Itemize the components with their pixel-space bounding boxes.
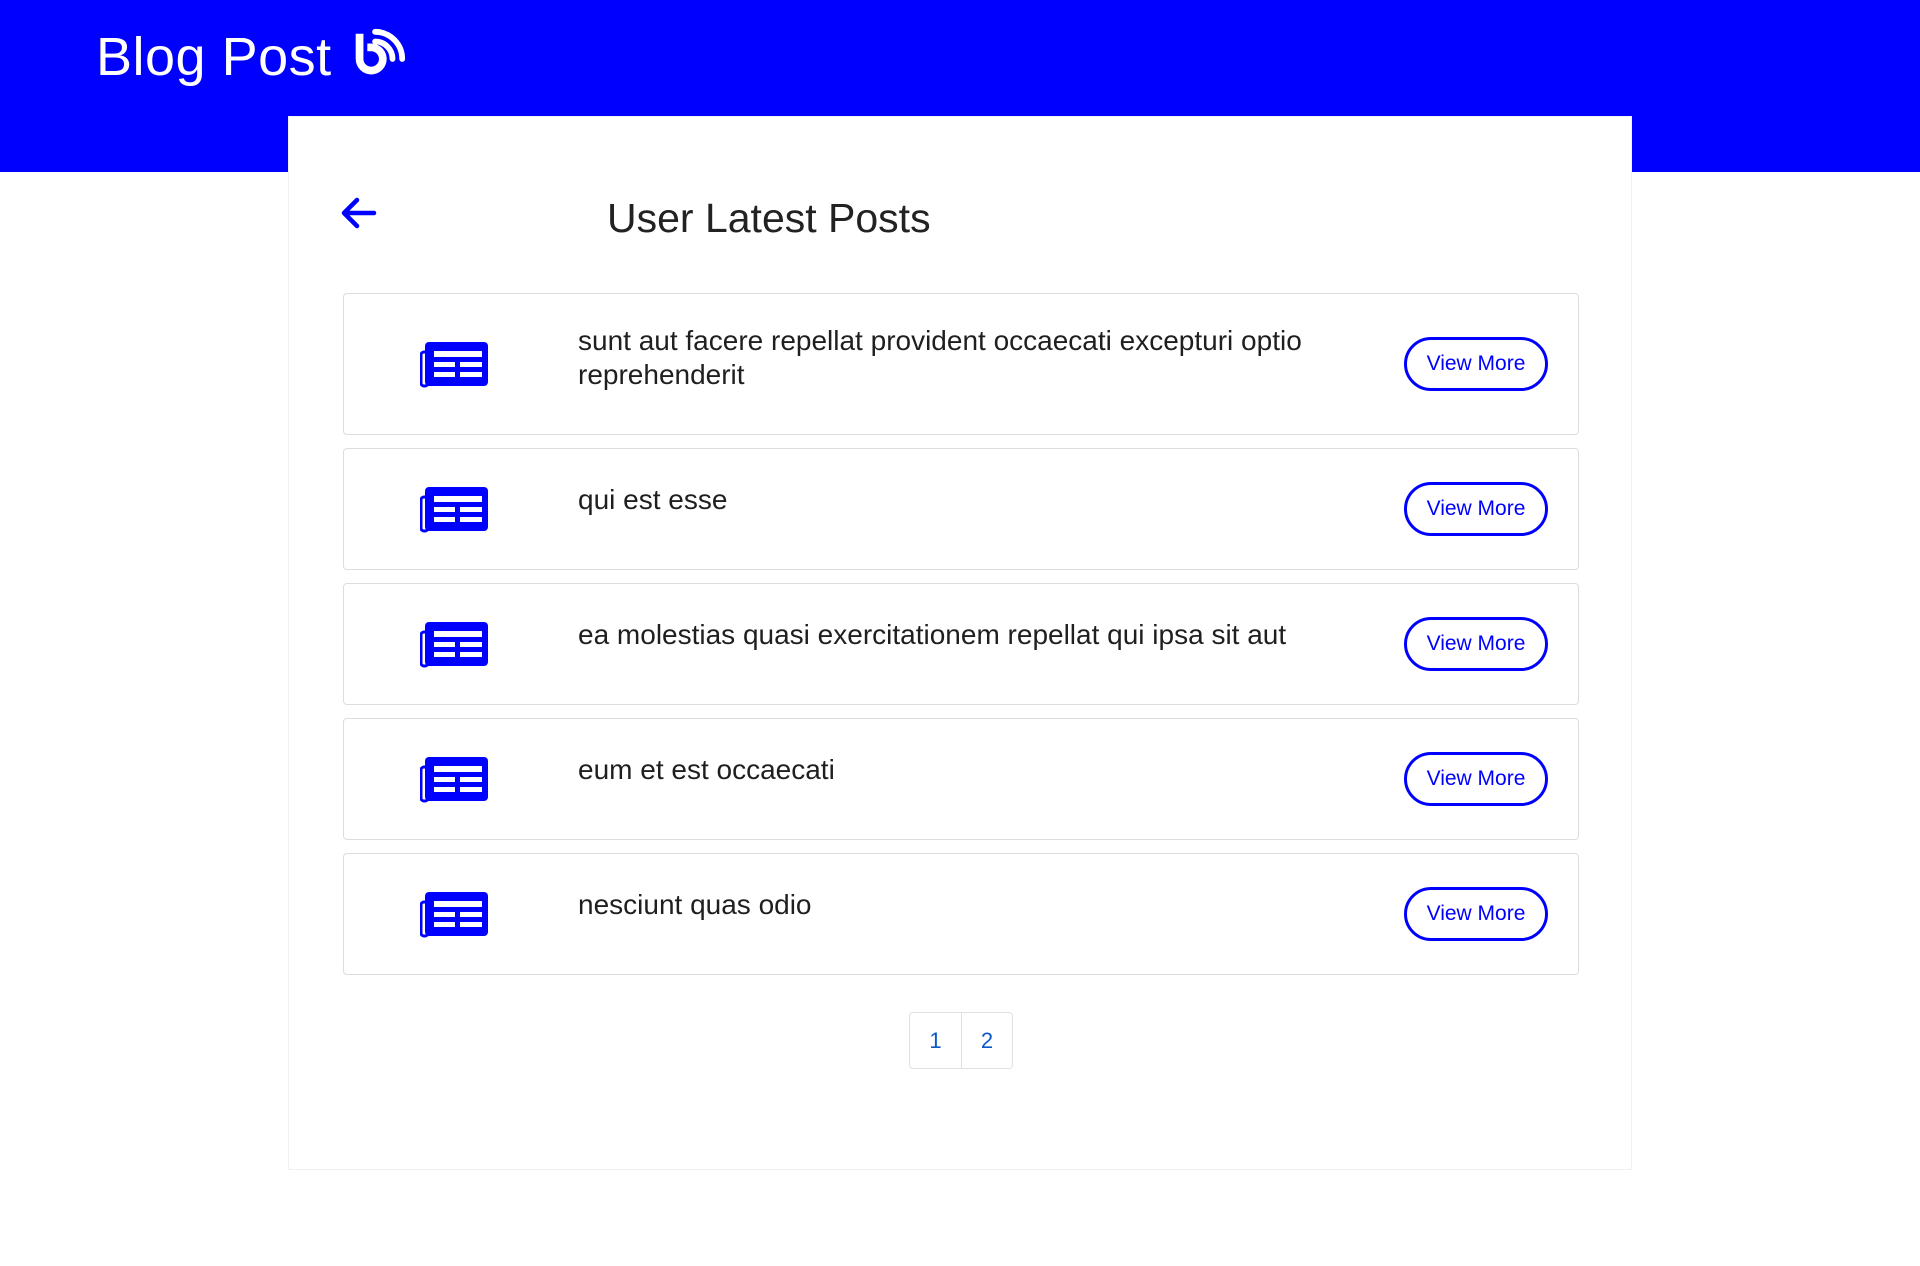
- post-card: ea molestias quasi exercitationem repell…: [343, 583, 1579, 705]
- posts-panel: User Latest Posts sunt aut facere repell…: [288, 116, 1632, 1170]
- post-list: sunt aut facere repellat provident occae…: [343, 293, 1579, 988]
- newspaper-icon: [420, 342, 488, 388]
- page-link-2[interactable]: 2: [961, 1013, 1012, 1068]
- brand-title: Blog Post: [96, 27, 332, 87]
- page-link-1[interactable]: 1: [910, 1013, 961, 1068]
- post-card: sunt aut facere repellat provident occae…: [343, 293, 1579, 435]
- view-more-button[interactable]: View More: [1404, 887, 1548, 941]
- post-title: ea molestias quasi exercitationem repell…: [578, 619, 1287, 650]
- arrow-left-icon: [341, 197, 377, 229]
- pagination: 1 2: [909, 1012, 1013, 1069]
- post-title: nesciunt quas odio: [578, 889, 812, 920]
- brand[interactable]: Blog Post: [96, 26, 408, 88]
- newspaper-icon: [420, 757, 488, 803]
- post-card: eum et est occaecati View More: [343, 718, 1579, 840]
- post-title: sunt aut facere repellat provident occae…: [578, 325, 1302, 390]
- view-more-button[interactable]: View More: [1404, 752, 1548, 806]
- view-more-button[interactable]: View More: [1404, 337, 1548, 391]
- post-title: eum et est occaecati: [578, 754, 835, 785]
- post-title: qui est esse: [578, 484, 728, 515]
- page-title: User Latest Posts: [607, 195, 931, 241]
- view-more-button[interactable]: View More: [1404, 617, 1548, 671]
- newspaper-icon: [420, 622, 488, 668]
- view-more-button[interactable]: View More: [1404, 482, 1548, 536]
- newspaper-icon: [420, 487, 488, 533]
- post-card: nesciunt quas odio View More: [343, 853, 1579, 975]
- post-card: qui est esse View More: [343, 448, 1579, 570]
- blog-rss-icon: [355, 28, 405, 75]
- newspaper-icon: [420, 892, 488, 938]
- back-button[interactable]: [339, 193, 379, 233]
